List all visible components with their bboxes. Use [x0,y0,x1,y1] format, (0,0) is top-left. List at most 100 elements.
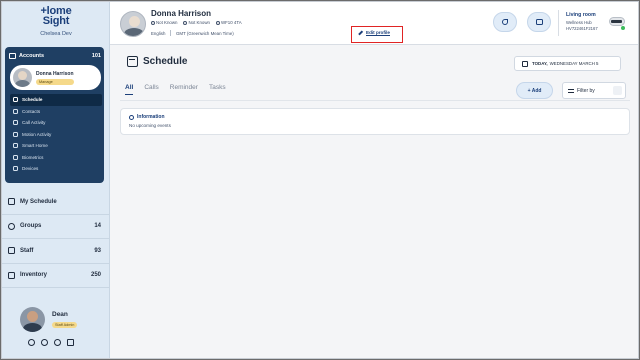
nav-item-devices[interactable]: Devices [10,163,102,175]
hub-device-icon[interactable] [607,15,627,31]
logout-icon[interactable] [67,339,74,346]
profile-header: Donna Harrison Not Known Not Known WF10 … [110,2,638,45]
date-picker-button[interactable]: TODAY, WEDNESDAY MARCH 5 [514,56,621,71]
filter-icon [568,88,574,93]
sidebar-item-my-schedule[interactable]: My Schedule [2,190,110,215]
groups-icon [8,222,15,230]
motion-icon [13,131,18,137]
hub-info: Living room Wellness Hub HV722461F2167 [566,12,598,31]
accounts-header[interactable]: Accounts 101 [9,51,101,61]
nav-item-biometrics[interactable]: Biometrics [10,152,102,164]
divider [170,30,171,36]
current-user: Dean Staff Admin [2,302,110,358]
sidebar: +lome Sight Chelsea Dev Accounts 101 Don… [2,2,110,358]
sidebar-item-groups[interactable]: Groups 14 [2,215,110,239]
page-title: Schedule [127,56,187,67]
nav-item-call-activity[interactable]: Call Activity [10,117,102,129]
heart-icon [13,154,18,160]
information-card: Information No upcoming events [120,108,630,135]
gender-field: Not Known [151,20,177,25]
app-window: +lome Sight Chelsea Dev Accounts 101 Don… [1,1,639,359]
sidebar-item-inventory[interactable]: Inventory 250 [2,264,110,288]
main-content: Schedule TODAY, WEDNESDAY MARCH 5 All Ca… [110,46,638,358]
side-links: My Schedule Groups 14 Staff 93 Inventory 25… [2,190,110,288]
folder-icon [9,53,16,59]
tab-all[interactable]: All [125,84,134,95]
dob-field: Not Known [183,20,210,25]
help-icon[interactable] [54,339,61,346]
pencil-icon [358,30,363,35]
accounts-panel: Accounts 101 Donna Harrison Manage Sched… [5,47,104,183]
date-text: WEDNESDAY MARCH 5 [549,61,599,66]
filter-label: Filter by [577,87,595,94]
tab-calls[interactable]: Calls [144,84,158,95]
calendar-icon [8,198,15,206]
schedule-tabs: All Calls Reminder Tasks [125,84,226,95]
profile-locale: English GMT (Greenwich Mean Time) [151,30,234,36]
calendar-icon [127,56,138,67]
selected-user-card[interactable]: Donna Harrison Manage [10,65,101,90]
user-name: Donna Harrison [36,70,74,77]
page-title-text: Schedule [143,56,188,67]
filter-by-dropdown[interactable]: Filter by [562,82,626,99]
staff-admin-badge: Staff Admin [52,322,78,328]
hub-title: Living room [566,12,596,18]
device-icon [13,166,18,172]
accounts-label: Accounts [19,53,45,59]
account-nav: Schedule Contacts Call Activity Motion A… [10,94,102,175]
hub-id: HV722461F2167 [566,26,598,31]
current-user-avatar[interactable] [20,307,45,332]
side-link-count: 93 [94,247,101,254]
timezone: GMT (Greenwich Mean Time) [176,30,234,36]
divider [558,10,559,36]
date-prefix: TODAY, [532,61,548,66]
org-name: Chelsea Dev [40,31,72,37]
tab-tasks[interactable]: Tasks [209,84,226,95]
edit-profile-link[interactable]: Edit profile [358,30,390,35]
calendar-icon [522,60,528,67]
side-link-label: My Schedule [20,198,57,205]
nav-label: Biometrics [22,154,44,160]
profile-name: Donna Harrison [151,9,212,18]
staff-icon [8,247,15,255]
language: English [151,30,166,36]
contacts-icon [13,108,18,114]
location-pin-icon [215,20,220,25]
brand: +lome Sight Chelsea Dev [2,6,110,38]
inventory-icon [8,271,15,279]
side-link-label: Groups [20,223,42,230]
person-icon [183,20,188,25]
phone-icon [502,19,508,25]
nav-item-contacts[interactable]: Contacts [10,106,102,118]
filter-toggle[interactable] [613,86,622,95]
add-button[interactable]: + Add [516,82,553,99]
nav-label: Call Activity [22,120,46,126]
person-icon [151,20,155,25]
accounts-count: 101 [91,53,101,59]
online-status-dot [621,26,625,30]
message-button[interactable] [527,12,551,32]
postcode-field: WF10 4TA [215,20,242,25]
manage-badge[interactable]: Manage [36,78,74,85]
hub-subtitle: Wellness Hub [566,20,592,25]
edit-profile-label: Edit profile [366,30,390,35]
nav-label: Devices [22,166,39,172]
call-button[interactable] [493,12,517,32]
info-message: No upcoming events [129,123,171,128]
nav-item-motion-activity[interactable]: Motion Activity [10,129,102,141]
bell-icon[interactable] [28,339,35,346]
tab-reminder[interactable]: Reminder [170,84,198,95]
nav-label: Smart Home [22,143,48,149]
side-link-label: Inventory [20,272,48,279]
side-link-count: 14 [94,223,101,230]
sidebar-item-staff[interactable]: Staff 93 [2,239,110,264]
gear-icon[interactable] [41,339,48,346]
nav-item-smart-home[interactable]: Smart Home [10,140,102,152]
nav-item-schedule[interactable]: Schedule [10,94,102,106]
nav-label: Contacts [22,108,41,114]
logo[interactable]: +lome Sight [2,6,110,27]
tabs-divider [120,100,630,101]
profile-meta: Not Known Not Known WF10 4TA [151,20,242,25]
calendar-icon [13,97,18,103]
message-icon [535,19,543,25]
